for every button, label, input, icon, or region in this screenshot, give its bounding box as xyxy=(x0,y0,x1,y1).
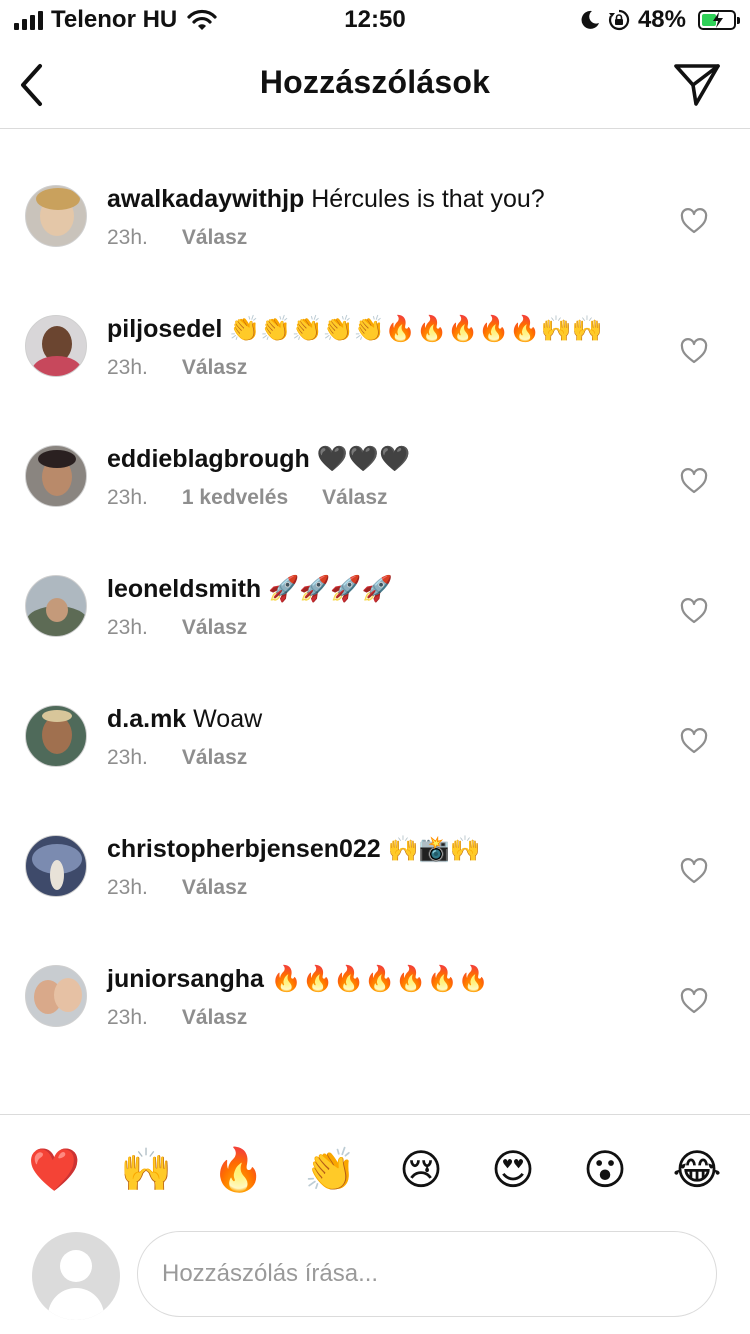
comment-username[interactable]: eddieblagbrough xyxy=(107,445,310,473)
avatar[interactable] xyxy=(25,835,87,897)
comment-text: juniorsangha 🔥🔥🔥🔥🔥🔥🔥 xyxy=(107,962,647,996)
reply-button[interactable]: Válasz xyxy=(182,746,247,770)
quick-reaction-bar: ❤️ 🙌 🔥 👏 😢 😍 😮 😂 xyxy=(0,1114,750,1225)
comment-list: awalkadaywithjp Hércules is that you? 23… xyxy=(0,150,750,1060)
status-right: 48% xyxy=(580,6,740,34)
comment-message: 🚀🚀🚀🚀 xyxy=(268,575,393,603)
avatar[interactable] xyxy=(25,445,87,507)
comment-username[interactable]: leoneldsmith xyxy=(107,575,261,603)
comment-time: 23h. xyxy=(107,1006,148,1029)
comment-time: 23h. xyxy=(107,486,148,509)
page-title: Hozzászólások xyxy=(259,64,491,100)
reply-button[interactable]: Válasz xyxy=(182,226,247,250)
comment-item: juniorsangha 🔥🔥🔥🔥🔥🔥🔥 23h. Válasz xyxy=(0,930,750,1060)
paper-plane-icon xyxy=(674,64,720,106)
comment-meta: 23h. Válasz xyxy=(107,876,647,900)
reaction-raised-hands-button[interactable]: 🙌 xyxy=(120,1145,172,1195)
likes-count[interactable]: 1 kedvelés xyxy=(182,486,288,510)
battery-charging-icon xyxy=(698,10,740,30)
reply-button[interactable]: Válasz xyxy=(182,356,247,380)
comment-message: 🙌📸🙌 xyxy=(387,835,482,863)
comment-time: 23h. xyxy=(107,876,148,899)
comment-body: awalkadaywithjp Hércules is that you? 23… xyxy=(107,182,647,250)
heart-icon[interactable] xyxy=(680,208,708,234)
comment-body: juniorsangha 🔥🔥🔥🔥🔥🔥🔥 23h. Válasz xyxy=(107,962,647,1030)
comment-meta: 23h. Válasz xyxy=(107,356,647,380)
comment-input[interactable] xyxy=(137,1231,717,1317)
comment-text: piljosedel 👏👏👏👏👏🔥🔥🔥🔥🔥🙌🙌 xyxy=(107,312,647,346)
reaction-heart-button[interactable]: ❤️ xyxy=(28,1145,80,1195)
reaction-laughing-button[interactable]: 😂 xyxy=(672,1145,722,1195)
comment-time: 23h. xyxy=(107,356,148,379)
heart-icon[interactable] xyxy=(680,468,708,494)
comment-time: 23h. xyxy=(107,746,148,769)
reply-button[interactable]: Válasz xyxy=(322,486,387,510)
comment-message: 🔥🔥🔥🔥🔥🔥🔥 xyxy=(270,965,489,993)
battery-percent: 48% xyxy=(637,6,686,33)
comment-item: awalkadaywithjp Hércules is that you? 23… xyxy=(0,150,750,280)
reaction-crying-button[interactable]: 😢 xyxy=(396,1145,446,1195)
comment-meta: 23h. Válasz xyxy=(107,1006,647,1030)
reaction-clap-button[interactable]: 👏 xyxy=(304,1145,356,1195)
heart-icon[interactable] xyxy=(680,858,708,884)
comment-meta: 23h. Válasz xyxy=(107,226,647,250)
comment-meta: 23h. Válasz xyxy=(107,616,647,640)
bolt-icon xyxy=(713,12,723,28)
avatar[interactable] xyxy=(25,965,87,1027)
comment-username[interactable]: awalkadaywithjp xyxy=(107,185,304,213)
comment-message: Hércules is that you? xyxy=(311,185,545,213)
comment-username[interactable]: christopherbjensen022 xyxy=(107,835,381,863)
moon-icon xyxy=(581,10,599,29)
comment-time: 23h. xyxy=(107,226,148,249)
comment-text: christopherbjensen022 🙌📸🙌 xyxy=(107,832,647,866)
comment-meta: 23h. Válasz xyxy=(107,746,647,770)
comment-username[interactable]: piljosedel xyxy=(107,315,222,343)
comment-composer xyxy=(0,1224,750,1334)
reply-button[interactable]: Válasz xyxy=(182,876,247,900)
comment-body: christopherbjensen022 🙌📸🙌 23h. Válasz xyxy=(107,832,647,900)
heart-icon[interactable] xyxy=(680,728,708,754)
heart-icon[interactable] xyxy=(680,988,708,1014)
reply-button[interactable]: Válasz xyxy=(182,616,247,640)
comment-message: 👏👏👏👏👏🔥🔥🔥🔥🔥🙌🙌 xyxy=(229,315,603,343)
comment-body: piljosedel 👏👏👏👏👏🔥🔥🔥🔥🔥🙌🙌 23h. Válasz xyxy=(107,312,647,380)
comment-message: 🖤🖤🖤 xyxy=(316,445,411,473)
default-avatar-body xyxy=(48,1288,104,1320)
avatar[interactable] xyxy=(25,315,87,377)
heart-icon[interactable] xyxy=(680,598,708,624)
share-button[interactable] xyxy=(672,60,722,110)
current-user-avatar xyxy=(32,1232,120,1320)
comment-body: d.a.mk Woaw 23h. Válasz xyxy=(107,702,647,770)
comment-username[interactable]: juniorsangha xyxy=(107,965,264,993)
comment-item: christopherbjensen022 🙌📸🙌 23h. Válasz xyxy=(0,800,750,930)
comment-item: eddieblagbrough 🖤🖤🖤 23h. 1 kedvelés Vála… xyxy=(0,410,750,540)
heart-icon[interactable] xyxy=(680,338,708,364)
comment-meta: 23h. 1 kedvelés Válasz xyxy=(107,486,647,510)
comment-text: leoneldsmith 🚀🚀🚀🚀 xyxy=(107,572,647,606)
default-avatar-head xyxy=(60,1250,92,1282)
comment-text: awalkadaywithjp Hércules is that you? xyxy=(107,182,647,216)
reaction-surprised-button[interactable]: 😮 xyxy=(580,1145,630,1195)
reaction-heart-eyes-button[interactable]: 😍 xyxy=(488,1145,538,1195)
comments-screen: Telenor HU 12:50 48% Hozzászólások awalk… xyxy=(0,0,750,1334)
status-bar: Telenor HU 12:50 48% xyxy=(0,0,750,40)
header: Hozzászólások xyxy=(0,42,750,129)
avatar[interactable] xyxy=(25,705,87,767)
comment-time: 23h. xyxy=(107,616,148,639)
reaction-fire-button[interactable]: 🔥 xyxy=(212,1145,264,1195)
comment-body: eddieblagbrough 🖤🖤🖤 23h. 1 kedvelés Vála… xyxy=(107,442,647,510)
rotation-lock-icon xyxy=(608,9,630,31)
avatar[interactable] xyxy=(25,185,87,247)
comment-item: leoneldsmith 🚀🚀🚀🚀 23h. Válasz xyxy=(0,540,750,670)
avatar[interactable] xyxy=(25,575,87,637)
comment-username[interactable]: d.a.mk xyxy=(107,705,186,733)
comment-item: piljosedel 👏👏👏👏👏🔥🔥🔥🔥🔥🙌🙌 23h. Válasz xyxy=(0,280,750,410)
comment-item: d.a.mk Woaw 23h. Válasz xyxy=(0,670,750,800)
comment-text: d.a.mk Woaw xyxy=(107,702,647,736)
reply-button[interactable]: Válasz xyxy=(182,1006,247,1030)
comment-text: eddieblagbrough 🖤🖤🖤 xyxy=(107,442,647,476)
comment-body: leoneldsmith 🚀🚀🚀🚀 23h. Válasz xyxy=(107,572,647,640)
comment-message: Woaw xyxy=(193,705,263,733)
